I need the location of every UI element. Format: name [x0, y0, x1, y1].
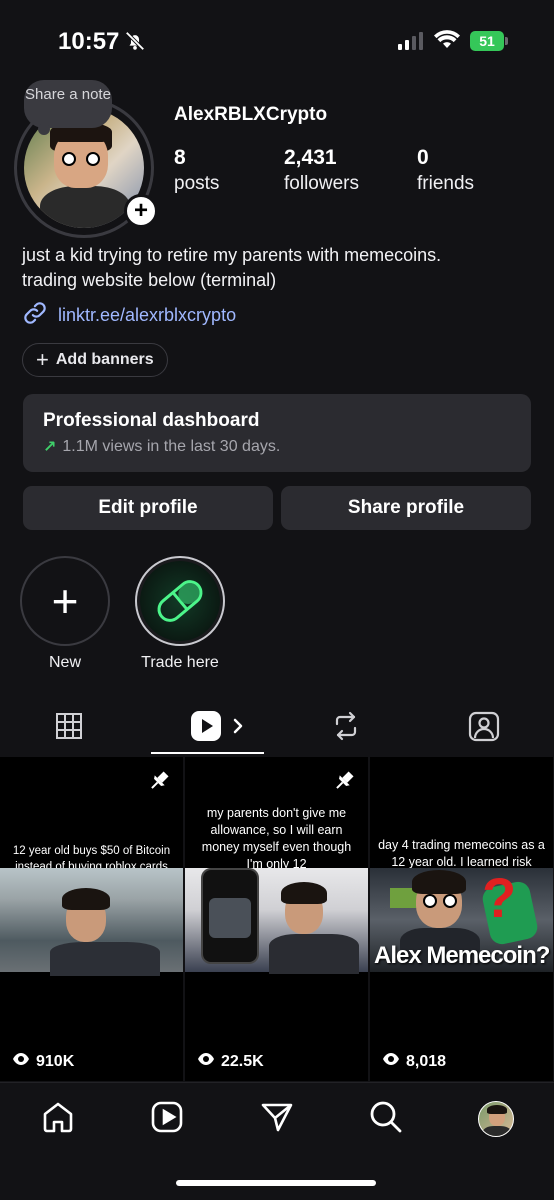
add-story-button[interactable]: + — [124, 194, 158, 228]
post-caption: my parents don't give me allowance, so I… — [201, 806, 352, 871]
send-icon — [260, 1100, 294, 1139]
stat-followers[interactable]: 2,431 followers — [284, 145, 359, 197]
add-banners-label: Add banners — [55, 351, 154, 368]
profile-avatar — [478, 1101, 514, 1137]
status-bar: 10:57 51 — [0, 0, 554, 80]
active-tab-indicator — [151, 752, 264, 754]
trend-up-icon: ↗ — [43, 439, 57, 456]
bio-line: just a kid trying to retire my parents w… — [22, 245, 442, 265]
post-tile[interactable]: 12 year old buys $50 of Bitcoin instead … — [0, 757, 183, 1081]
post-tile[interactable]: my parents don't give me allowance, so I… — [185, 757, 368, 1081]
bio-line: trading website below (terminal) — [22, 270, 277, 290]
question-mark-icon: ? — [482, 866, 517, 929]
stat-friends[interactable]: 0 friends — [417, 145, 474, 197]
post-views: 910K — [12, 1052, 74, 1071]
plus-icon: + — [36, 347, 49, 372]
highlight-trade-here[interactable]: Trade here — [135, 556, 225, 672]
views-count: 910K — [36, 1052, 75, 1070]
stat-posts[interactable]: 8 posts — [174, 145, 219, 197]
plus-icon: + — [51, 575, 79, 627]
reposts-icon — [331, 711, 361, 746]
search-icon — [369, 1100, 403, 1139]
nav-search[interactable] — [366, 1099, 406, 1139]
post-views: 22.5K — [197, 1052, 264, 1071]
highlight-label: Trade here — [141, 654, 219, 671]
reels-icon — [187, 709, 251, 748]
wifi-icon — [434, 30, 460, 55]
tagged-icon — [468, 710, 500, 747]
share-profile-button[interactable]: Share profile — [281, 486, 531, 530]
post-thumbnail: ? Alex Memecoin? — [370, 868, 553, 972]
stat-label: friends — [417, 173, 475, 194]
views-eye-icon — [382, 1052, 400, 1071]
stat-value: 2,431 — [284, 146, 337, 169]
status-time: 10:57 — [58, 28, 120, 55]
pin-icon — [332, 769, 356, 798]
views-eye-icon — [12, 1052, 30, 1071]
posts-grid: 12 year old buys $50 of Bitcoin instead … — [0, 757, 554, 1081]
battery-tip — [505, 37, 508, 45]
profile-tabs — [0, 700, 554, 756]
mute-bell-icon — [124, 30, 146, 57]
battery-level: 51 — [479, 33, 495, 49]
signal-icon — [398, 32, 424, 55]
post-thumbnail — [185, 868, 368, 974]
tab-posts[interactable] — [49, 708, 89, 748]
link-text: linktr.ee/alexrblxcrypto — [58, 305, 237, 325]
stat-value: 0 — [417, 146, 429, 169]
profile-link[interactable]: linktr.ee/alexrblxcrypto — [22, 300, 236, 331]
add-banners-button[interactable]: + Add banners — [22, 343, 168, 377]
highlight-label: New — [48, 654, 81, 671]
nav-profile[interactable] — [476, 1099, 516, 1139]
views-eye-icon — [197, 1052, 215, 1071]
nav-home[interactable] — [38, 1099, 78, 1139]
tab-reels[interactable] — [186, 708, 252, 748]
edit-profile-button[interactable]: Edit profile — [23, 486, 273, 530]
views-count: 22.5K — [221, 1052, 264, 1070]
highlight-new[interactable]: + New — [20, 556, 110, 672]
reels-icon — [150, 1100, 184, 1139]
post-overlay-text: Alex Memecoin? — [374, 942, 550, 969]
stat-value: 8 — [174, 146, 186, 169]
stat-label: followers — [284, 173, 359, 194]
grid-icon — [56, 712, 82, 744]
home-icon — [41, 1100, 75, 1139]
stat-label: posts — [174, 173, 220, 194]
post-thumbnail — [0, 868, 183, 976]
share-note-bubble[interactable]: Share a note — [24, 80, 112, 135]
pill-icon — [140, 561, 220, 641]
pin-icon — [147, 769, 171, 798]
battery-icon: 51 — [470, 31, 504, 51]
nav-reels[interactable] — [147, 1099, 187, 1139]
post-tile[interactable]: day 4 trading memecoins as a 12 year old… — [370, 757, 553, 1081]
nav-send[interactable] — [257, 1099, 297, 1139]
link-icon — [22, 300, 48, 331]
username: AlexRBLXCrypto — [174, 104, 328, 125]
post-views: 8,018 — [382, 1052, 446, 1071]
home-indicator — [176, 1180, 376, 1186]
tab-tagged[interactable] — [464, 708, 504, 748]
bio: just a kid trying to retire my parents w… — [22, 243, 537, 293]
dashboard-subtitle: 1.1M views in the last 30 days. — [62, 438, 281, 455]
tab-reposts[interactable] — [326, 708, 366, 748]
dashboard-title: Professional dashboard — [43, 410, 260, 431]
professional-dashboard[interactable]: Professional dashboard ↗ 1.1M views in t… — [23, 394, 531, 472]
views-count: 8,018 — [406, 1052, 447, 1070]
